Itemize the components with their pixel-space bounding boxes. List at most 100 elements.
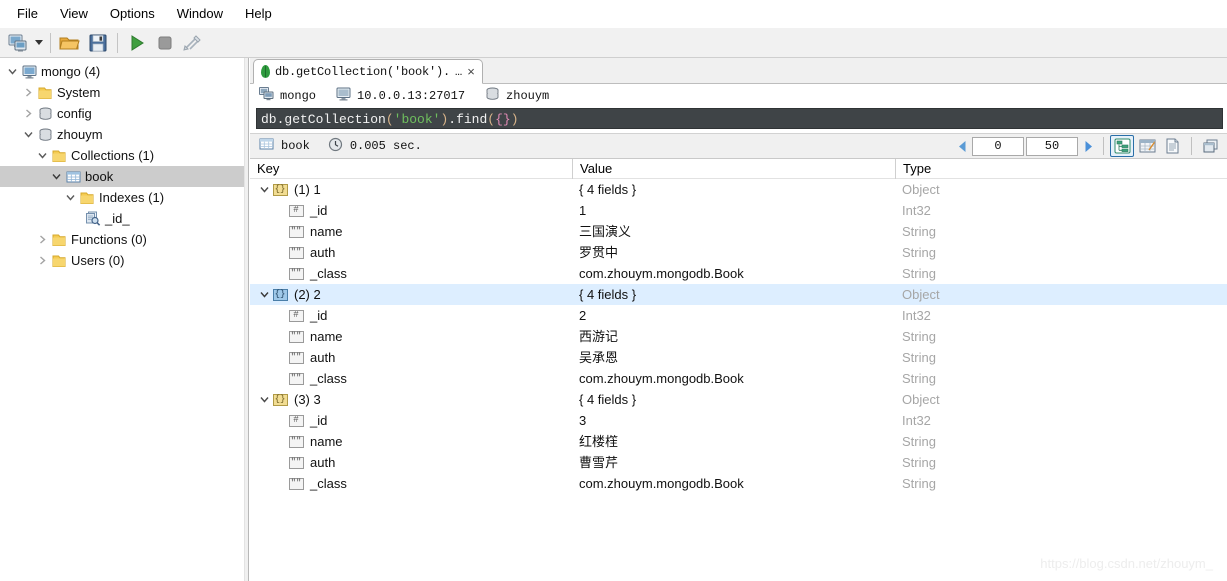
query-token: ) xyxy=(510,112,519,127)
row-value-cell: 西游记 xyxy=(579,329,619,344)
menu-item-view[interactable]: View xyxy=(49,2,99,26)
row-key-label: auth xyxy=(310,245,336,260)
row-key-cell: "" name xyxy=(250,221,572,242)
detach-window-icon[interactable] xyxy=(1198,135,1222,157)
twisty-closed-icon[interactable] xyxy=(34,229,50,250)
sidebar-splitter[interactable] xyxy=(244,58,249,581)
row-key-cell: {} (1) 1 xyxy=(250,179,572,200)
twisty-open-icon[interactable] xyxy=(34,145,50,166)
table-row[interactable]: "" name 红楼樦 String xyxy=(250,431,1227,452)
open-folder-icon[interactable] xyxy=(56,30,84,56)
folder-icon xyxy=(78,187,96,208)
table-view-icon[interactable] xyxy=(1135,135,1159,157)
tab-label: db.getCollection('book'). xyxy=(275,64,451,79)
row-key-label: auth xyxy=(310,455,336,470)
text-view-icon[interactable] xyxy=(1160,135,1184,157)
connect-icon xyxy=(259,87,274,105)
skip-input[interactable]: 0 xyxy=(972,136,1024,156)
connection-server[interactable]: mongo xyxy=(259,87,316,105)
row-key-label: (1) 1 xyxy=(294,182,321,197)
table-row[interactable]: "" _class com.zhouym.mongodb.Book String xyxy=(250,263,1227,284)
twisty-open-icon[interactable] xyxy=(256,179,272,200)
row-key-label: _class xyxy=(310,371,347,386)
mongo-leaf-icon xyxy=(261,65,270,78)
sidebar-item-indexes[interactable]: Indexes (1) xyxy=(0,187,249,208)
connect-icon[interactable] xyxy=(4,30,32,56)
number-icon: # xyxy=(288,200,304,221)
column-header-key[interactable]: Key xyxy=(250,159,572,179)
connection-host[interactable]: 10.0.0.13:27017 xyxy=(336,87,465,105)
column-header-type[interactable]: Type xyxy=(895,159,1227,179)
sidebar-item-system[interactable]: System xyxy=(0,82,249,103)
folder-icon xyxy=(36,82,54,103)
query-input[interactable]: db.getCollection('book').find({}) xyxy=(256,108,1223,129)
navigation-tree: mongo (4) System config zhouym Collectio… xyxy=(0,58,250,581)
column-header-value[interactable]: Value xyxy=(572,159,895,179)
twisty-closed-icon[interactable] xyxy=(34,250,50,271)
table-row[interactable]: # _id 2 Int32 xyxy=(250,305,1227,326)
sidebar-item-id-index[interactable]: _id_ xyxy=(0,208,249,229)
table-row[interactable]: "" _class com.zhouym.mongodb.Book String xyxy=(250,473,1227,494)
twisty-open-icon[interactable] xyxy=(4,61,20,82)
connection-database[interactable]: zhouym xyxy=(485,87,549,105)
row-key-cell: "" _class xyxy=(250,473,572,494)
menu-item-options[interactable]: Options xyxy=(99,2,166,26)
row-value-cell: { 4 fields } xyxy=(579,392,637,407)
sidebar-item-label: Indexes (1) xyxy=(99,190,165,205)
menu-item-window[interactable]: Window xyxy=(166,2,234,26)
twisty-open-icon[interactable] xyxy=(48,166,64,187)
row-key-cell: # _id xyxy=(250,200,572,221)
close-icon[interactable]: × xyxy=(466,64,476,79)
sidebar-item-config[interactable]: config xyxy=(0,103,249,124)
next-page-arrow-icon[interactable] xyxy=(1079,135,1097,157)
twisty-closed-icon[interactable] xyxy=(20,103,36,124)
tab-query-book[interactable]: db.getCollection('book'). … × xyxy=(253,59,483,84)
sidebar-item-label: mongo (4) xyxy=(41,64,101,79)
tree-view-icon[interactable] xyxy=(1110,135,1134,157)
query-token: .find xyxy=(448,112,488,127)
row-value-cell: { 4 fields } xyxy=(579,182,637,197)
table-row[interactable]: "" _class com.zhouym.mongodb.Book String xyxy=(250,368,1227,389)
limit-input[interactable]: 50 xyxy=(1026,136,1078,156)
sidebar-item-zhouym[interactable]: zhouym xyxy=(0,124,249,145)
prev-page-arrow-icon[interactable] xyxy=(953,135,971,157)
sidebar-item-functions[interactable]: Functions (0) xyxy=(0,229,249,250)
table-row[interactable]: "" name 西游记 String xyxy=(250,326,1227,347)
toolbar-separator-1 xyxy=(50,32,51,53)
row-key-label: auth xyxy=(310,350,336,365)
table-row[interactable]: "" auth 曹雪芹 String xyxy=(250,452,1227,473)
twisty-open-icon[interactable] xyxy=(20,124,36,145)
row-key-label: name xyxy=(310,329,343,344)
twisty-open-icon[interactable] xyxy=(256,389,272,410)
row-key-cell: # _id xyxy=(250,305,572,326)
table-row[interactable]: "" auth 吴承恩 String xyxy=(250,347,1227,368)
menu-item-help[interactable]: Help xyxy=(234,2,283,26)
query-token: 'book' xyxy=(393,112,441,127)
row-type-cell: Object xyxy=(902,392,940,407)
sidebar-item-users[interactable]: Users (0) xyxy=(0,250,249,271)
row-type-cell: String xyxy=(902,266,936,281)
sidebar-item-label: book xyxy=(85,169,114,184)
table-row[interactable]: {} (1) 1 { 4 fields } Object xyxy=(250,179,1227,200)
row-key-label: _id xyxy=(310,413,328,428)
table-row[interactable]: {} (3) 3 { 4 fields } Object xyxy=(250,389,1227,410)
results-elapsed-label: 0.005 sec. xyxy=(349,139,422,153)
sidebar-item-collections[interactable]: Collections (1) xyxy=(0,145,249,166)
query-token: ( xyxy=(487,112,496,127)
run-icon[interactable] xyxy=(123,30,151,56)
stop-icon[interactable] xyxy=(151,30,179,56)
twisty-closed-icon[interactable] xyxy=(20,82,36,103)
menu-item-file[interactable]: File xyxy=(6,2,49,26)
twisty-open-icon[interactable] xyxy=(256,284,272,305)
table-row[interactable]: {} (2) 2 { 4 fields } Object xyxy=(250,284,1227,305)
twisty-open-icon[interactable] xyxy=(62,187,78,208)
save-icon[interactable] xyxy=(84,30,112,56)
table-row[interactable]: # _id 1 Int32 xyxy=(250,200,1227,221)
sidebar-item-book[interactable]: book xyxy=(0,166,249,187)
table-row[interactable]: "" auth 罗贯中 String xyxy=(250,242,1227,263)
sidebar-item-mongo[interactable]: mongo (4) xyxy=(0,61,249,82)
table-row[interactable]: # _id 3 Int32 xyxy=(250,410,1227,431)
tools-icon[interactable] xyxy=(179,30,207,56)
dropdown-caret-icon[interactable] xyxy=(32,30,45,56)
table-row[interactable]: "" name 三国演义 String xyxy=(250,221,1227,242)
